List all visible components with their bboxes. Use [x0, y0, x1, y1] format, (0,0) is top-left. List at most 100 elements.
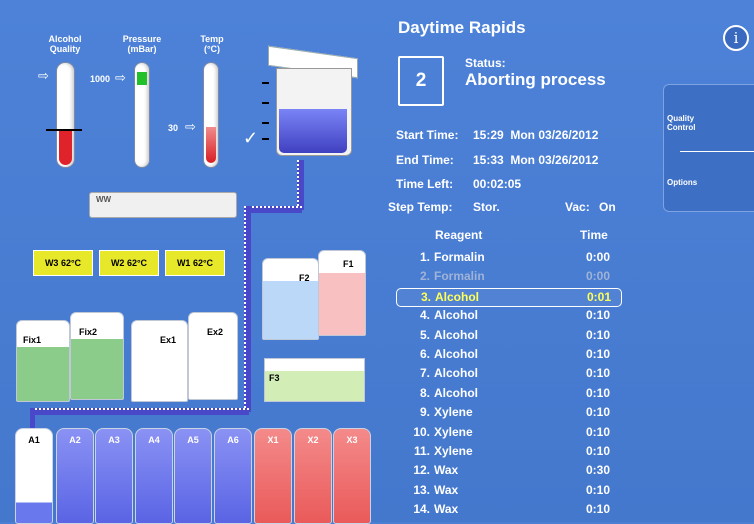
protocol-step[interactable]: 13. Wax 0:10	[396, 482, 620, 499]
container-fix1[interactable]: Fix1	[16, 320, 70, 402]
step-reagent: Alcohol	[434, 327, 478, 342]
step-time: 0:10	[585, 366, 610, 381]
step-reagent: Formalin	[434, 250, 485, 264]
quality-control-line1: Quality	[667, 114, 695, 123]
protocol-step[interactable]: 12. Wax 0:30	[396, 462, 620, 479]
status-label: Status:	[465, 56, 506, 70]
jar-label: X2	[307, 435, 319, 445]
protocol-step[interactable]: 2. Formalin 0:00	[396, 268, 620, 285]
pipe-horizontal	[30, 408, 249, 415]
info-button[interactable]: i	[723, 25, 749, 51]
f2-label: F2	[299, 273, 310, 283]
bath-w3[interactable]: W3 62°C	[33, 250, 93, 276]
step-number: 6.	[419, 347, 430, 361]
step-reagent: Xylene	[434, 405, 473, 420]
container-ex1[interactable]: Ex1	[131, 320, 188, 402]
step-number-box: 2	[398, 56, 444, 106]
step-time: 0:01	[586, 289, 611, 304]
waste-tray-label: WW	[96, 195, 112, 204]
fix1-label: Fix1	[23, 335, 42, 345]
pressure-gauge-fill	[137, 72, 147, 85]
step-number: 13.	[413, 482, 430, 497]
container-fix2[interactable]: Fix2	[70, 312, 124, 400]
container-f1[interactable]: F1	[318, 250, 366, 336]
protocol-step[interactable]: 5. Alcohol 0:10	[396, 327, 620, 344]
options-button[interactable]: Options	[667, 178, 754, 187]
reagent-jar-a6[interactable]: A6	[214, 428, 252, 524]
alcohol-quality-label: Alcohol Quality	[35, 34, 95, 54]
protocol-step[interactable]: 14. Wax 0:10	[396, 501, 620, 518]
alcohol-pointer-icon: ⇨	[38, 68, 49, 83]
protocol-step[interactable]: 11. Xylene 0:10	[396, 443, 620, 460]
step-number: 4.	[419, 308, 430, 323]
pressure-label-line1: Pressure	[122, 34, 162, 44]
start-time-label: Start Time:	[396, 128, 459, 142]
container-f3[interactable]: F3	[264, 358, 365, 402]
reagent-jar-a1[interactable]: A1	[15, 428, 53, 524]
reagent-jar-a4[interactable]: A4	[135, 428, 173, 524]
step-number: 12.	[413, 463, 430, 478]
step-reagent: Alcohol	[435, 289, 479, 304]
protocol-step[interactable]: 6. Alcohol 0:10	[396, 346, 620, 363]
retort-level-ticks	[262, 82, 270, 142]
quality-control-button[interactable]: Quality Control	[667, 114, 754, 132]
end-time-label: End Time:	[396, 153, 454, 167]
protocol-step[interactable]: 8. Alcohol 0:10	[396, 385, 620, 402]
step-reagent: Wax	[434, 502, 459, 517]
bath-w1[interactable]: W1 62°C	[165, 250, 225, 276]
step-reagent: Alcohol	[434, 366, 478, 381]
retort-fill	[279, 109, 347, 153]
protocol-step[interactable]: 1. Formalin 0:00	[396, 249, 620, 266]
step-number: 2.	[419, 269, 430, 284]
step-time: 0:00	[585, 250, 610, 264]
f3-label: F3	[269, 373, 280, 383]
step-number: 10.	[413, 424, 430, 439]
reagent-jar-a3[interactable]: A3	[95, 428, 133, 524]
step-number: 11.	[413, 444, 430, 458]
pressure-label-line2: (mBar)	[127, 44, 157, 54]
retort	[268, 45, 358, 162]
step-temp-value: Stor.	[473, 200, 500, 214]
quality-control-line2: Control	[667, 123, 696, 132]
vac-value: On	[599, 200, 616, 214]
temp-label-line2: (°C)	[203, 44, 221, 54]
pipe-to-a1	[30, 408, 35, 428]
step-time: 0:10	[585, 347, 610, 361]
reagent-jar-a2[interactable]: A2	[56, 428, 94, 524]
reagent-jar-a5[interactable]: A5	[174, 428, 212, 524]
protocol-step[interactable]: 7. Alcohol 0:10	[396, 365, 620, 382]
vac-label: Vac:	[565, 200, 590, 214]
protocol-step[interactable]: 10. Xylene 0:10	[396, 424, 620, 441]
reagent-jar-x1[interactable]: X1	[254, 428, 292, 524]
screen: Alcohol Quality Pressure (mBar) Temp (°C…	[0, 0, 754, 524]
protocol-step[interactable]: 4. Alcohol 0:10	[396, 307, 620, 324]
ex2-label: Ex2	[207, 327, 224, 337]
status-value: Aborting process	[465, 70, 606, 89]
time-left-label: Time Left:	[396, 177, 454, 191]
end-time-value: 15:33 Mon 03/26/2012	[473, 153, 599, 167]
side-panel	[663, 84, 754, 212]
pipe-vertical	[297, 160, 304, 210]
bath-w2[interactable]: W2 62°C	[99, 250, 159, 276]
start-time-value: 15:29 Mon 03/26/2012	[473, 128, 599, 142]
container-ex2[interactable]: Ex2	[188, 312, 238, 400]
temp-value: 30	[168, 123, 179, 133]
step-reagent: Xylene	[434, 424, 473, 439]
protocol-title: Daytime Rapids	[398, 18, 526, 37]
reagent-jar-x3[interactable]: X3	[333, 428, 371, 524]
retort-body	[276, 68, 352, 156]
temp-gauge-fill	[206, 127, 216, 163]
container-f2[interactable]: F2	[262, 258, 319, 340]
protocol-step-current[interactable]: 3. Alcohol 0:01	[396, 287, 622, 307]
pressure-pointer-icon: ⇨	[115, 70, 126, 85]
step-reagent: Alcohol	[434, 347, 478, 361]
pressure-gauge	[134, 62, 150, 168]
alcohol-threshold-line	[46, 129, 82, 131]
protocol-step[interactable]: 9. Xylene 0:10	[396, 404, 620, 421]
step-time: 0:10	[585, 424, 610, 439]
step-time: 0:10	[585, 444, 610, 458]
jar-label: A4	[148, 435, 160, 445]
step-time: 0:10	[585, 405, 610, 420]
info-icon: i	[733, 29, 739, 47]
reagent-jar-x2[interactable]: X2	[294, 428, 332, 524]
